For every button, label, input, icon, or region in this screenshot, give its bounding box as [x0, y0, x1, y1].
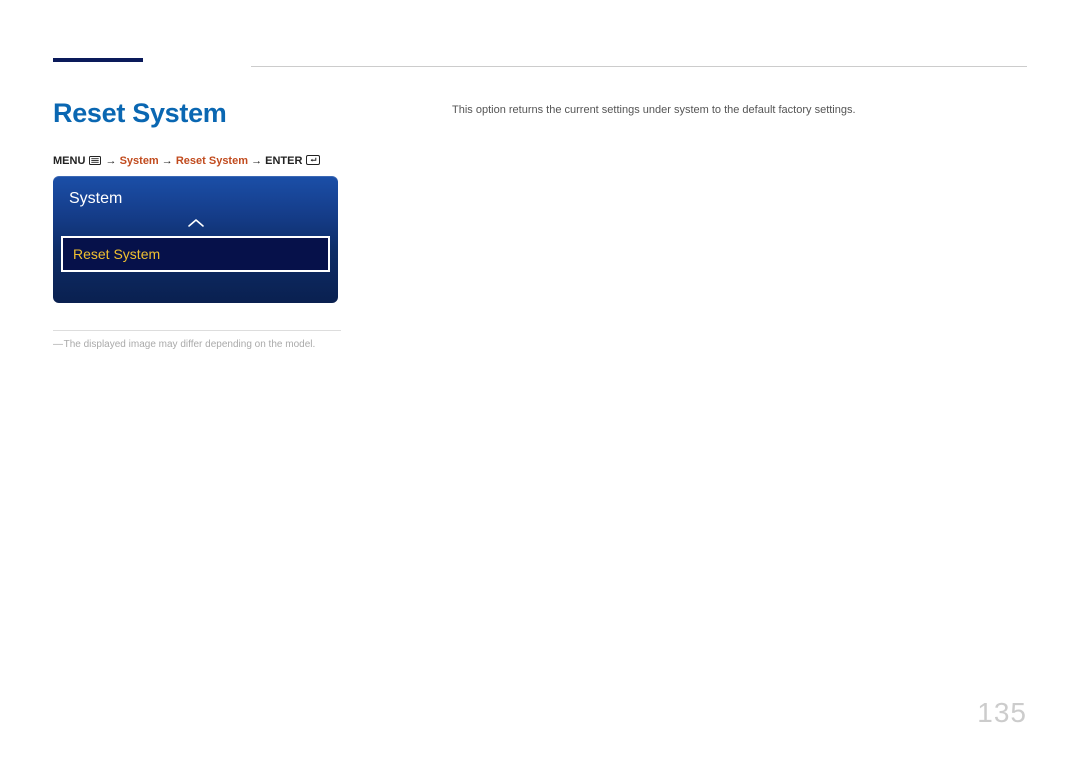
note-rule	[53, 330, 341, 331]
note-dash: ―	[53, 339, 61, 350]
breadcrumb-system: System	[120, 155, 159, 167]
page-title: Reset System	[53, 98, 227, 129]
note-text: The displayed image may differ depending…	[64, 339, 316, 350]
breadcrumb-arrow-3: →	[251, 155, 262, 167]
enter-icon	[306, 155, 320, 165]
breadcrumb-enter-label: ENTER	[265, 155, 302, 167]
breadcrumb-menu-label: MENU	[53, 155, 85, 167]
breadcrumb-arrow-2: →	[162, 155, 173, 167]
description-text: This option returns the current settings…	[452, 104, 856, 116]
note-line: ― The displayed image may differ dependi…	[53, 339, 315, 350]
breadcrumb-reset-system: Reset System	[176, 155, 248, 167]
page-number: 135	[977, 697, 1027, 729]
system-menu-card: System Reset System	[53, 176, 338, 303]
page-root: Reset System MENU → System → Reset Syste…	[0, 0, 1080, 763]
top-rule	[251, 66, 1027, 67]
menu-item-reset-system[interactable]: Reset System	[61, 236, 330, 272]
scroll-up-arrow[interactable]	[53, 218, 338, 232]
accent-bar	[53, 58, 143, 62]
menu-header: System	[53, 186, 338, 218]
breadcrumb-arrow-1: →	[106, 155, 117, 167]
menu-icon	[89, 156, 101, 165]
breadcrumb: MENU → System → Reset System → ENTER	[53, 155, 321, 167]
